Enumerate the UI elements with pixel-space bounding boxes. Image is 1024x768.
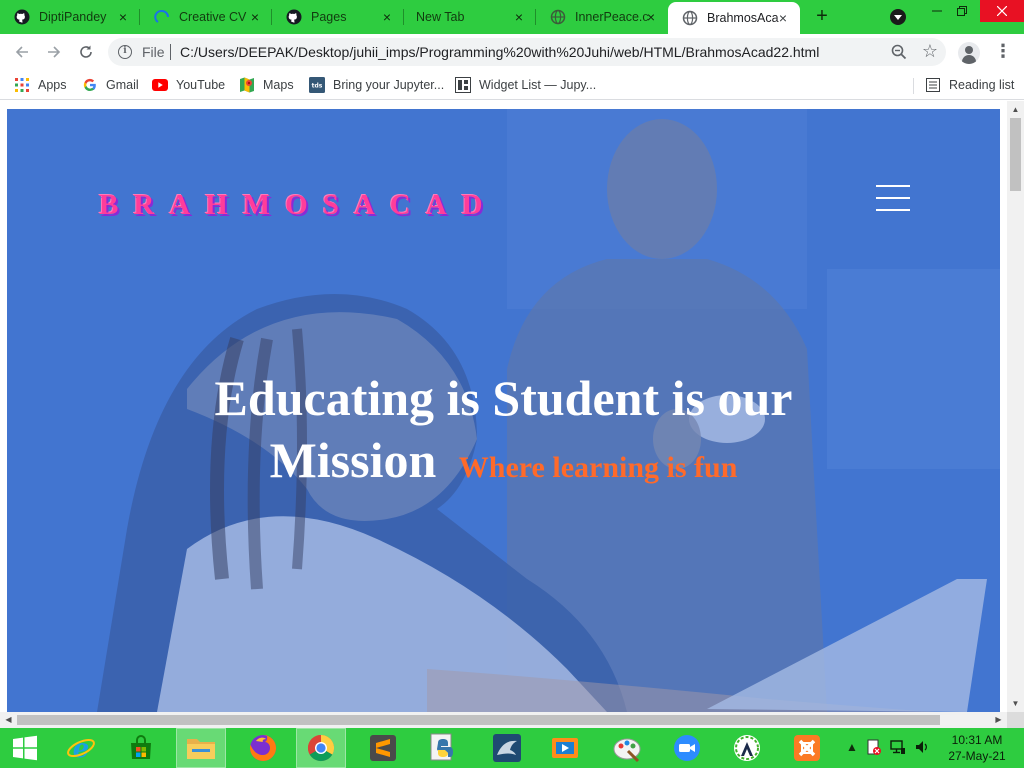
bookmark-label: Bring your Jupyter... xyxy=(333,78,445,92)
horizontal-scrollbar[interactable]: ◀ ▶ xyxy=(0,712,1007,728)
hero-headline: Educating is Student is our Mission Wher… xyxy=(7,367,1000,499)
reading-list-label: Reading list xyxy=(949,78,1015,92)
apps-grid-icon xyxy=(14,77,30,93)
new-tab-button[interactable]: + xyxy=(811,6,833,28)
bookmark-label: Apps xyxy=(38,78,67,92)
sublime-text-icon[interactable] xyxy=(358,728,408,768)
file-explorer-icon[interactable] xyxy=(176,728,226,768)
python-icon[interactable] xyxy=(418,728,468,768)
bookmark-label: Gmail xyxy=(106,78,139,92)
site-logo[interactable]: BRAHMOSACAD xyxy=(99,189,498,222)
tab-pages[interactable]: Pages × xyxy=(272,0,404,34)
hero-tagline: Where learning is fun xyxy=(458,451,738,484)
close-icon[interactable]: × xyxy=(776,11,790,25)
zoom-meetings-icon[interactable] xyxy=(662,728,712,768)
headline-line-1: Educating is Student is our xyxy=(214,370,793,426)
bookmark-label: YouTube xyxy=(176,78,226,92)
clock-date: 27-May-21 xyxy=(948,749,1006,763)
scroll-up-arrow-icon[interactable]: ▲ xyxy=(1007,101,1024,118)
tab-diptipandey[interactable]: DiptiPandey × xyxy=(0,0,140,34)
hamburger-menu-icon[interactable] xyxy=(876,185,910,213)
url-scheme-label: File xyxy=(142,44,165,60)
chrome-icon[interactable] xyxy=(296,728,346,768)
maps-icon xyxy=(239,77,255,93)
close-icon[interactable]: × xyxy=(116,10,130,24)
browser-menu-icon[interactable]: ⋮ xyxy=(994,42,1012,62)
reading-list-icon xyxy=(925,77,941,93)
tab-brahmosacad[interactable]: BrahmosAca × xyxy=(668,2,800,34)
show-hidden-icons-icon[interactable]: ▲ xyxy=(846,740,858,754)
system-clock[interactable]: 10:31 AM 27-May-21 xyxy=(940,732,1014,764)
xampp-icon[interactable] xyxy=(782,728,832,768)
bookmark-apps[interactable]: Apps xyxy=(14,76,67,94)
volume-icon[interactable] xyxy=(914,738,930,759)
bookmark-gmail[interactable]: Gmail xyxy=(82,76,139,94)
tab-title: DiptiPandey xyxy=(39,10,107,24)
globe-icon xyxy=(550,9,566,25)
close-icon[interactable]: × xyxy=(512,10,526,24)
forward-icon[interactable] xyxy=(42,40,66,64)
google-icon xyxy=(82,77,98,93)
close-window-button[interactable] xyxy=(980,0,1024,22)
tab-creative-cv[interactable]: Creative CV × xyxy=(140,0,272,34)
url-text[interactable]: C:/Users/DEEPAK/Desktop/juhii_imps/Progr… xyxy=(180,44,819,60)
browser-tab-strip: DiptiPandey × Creative CV × Pages × New … xyxy=(0,0,1024,34)
tab-innerpeace[interactable]: InnerPeace.c × xyxy=(536,0,668,34)
hero-banner: BRAHMOSACAD Educating is Student is our … xyxy=(7,109,1000,712)
zoom-icon[interactable] xyxy=(890,43,908,61)
youtube-icon xyxy=(152,77,168,93)
close-icon[interactable]: × xyxy=(248,10,262,24)
horizontal-scroll-thumb[interactable] xyxy=(17,715,940,725)
svg-text:tds: tds xyxy=(312,83,323,90)
profile-avatar-icon[interactable] xyxy=(958,42,980,64)
vertical-scrollbar[interactable]: ▲ ▼ xyxy=(1007,101,1024,712)
reload-icon[interactable] xyxy=(74,40,98,64)
paint-icon[interactable] xyxy=(602,728,652,768)
scroll-right-arrow-icon[interactable]: ▶ xyxy=(990,712,1007,728)
github-icon xyxy=(286,9,302,25)
clock-time: 10:31 AM xyxy=(951,733,1003,747)
mysql-workbench-icon[interactable] xyxy=(482,728,532,768)
svg-text:e: e xyxy=(73,734,90,763)
globe-icon xyxy=(682,10,698,26)
address-bar[interactable]: i File C:/Users/DEEPAK/Desktop/juhii_imp… xyxy=(108,38,946,66)
store-icon[interactable] xyxy=(116,728,166,768)
back-icon[interactable] xyxy=(10,40,34,64)
tab-title: New Tab xyxy=(416,10,465,24)
scroll-down-arrow-icon[interactable]: ▼ xyxy=(1007,695,1024,712)
close-icon[interactable]: × xyxy=(644,10,658,24)
bookmark-jupyter[interactable]: tds Bring your Jupyter... xyxy=(309,76,444,94)
bookmark-youtube[interactable]: YouTube xyxy=(152,76,225,94)
bookmark-label: Maps xyxy=(263,78,294,92)
media-player-icon[interactable] xyxy=(540,728,590,768)
tab-new-tab[interactable]: New Tab × xyxy=(404,0,536,34)
windows-taskbar: e ▲ 10:31 AM 27-May-21 xyxy=(0,728,1024,768)
site-info-icon[interactable]: i xyxy=(118,45,132,59)
bookmark-star-icon[interactable]: ☆ xyxy=(922,41,938,61)
page-viewport: BRAHMOSACAD Educating is Student is our … xyxy=(0,101,1024,728)
tds-icon: tds xyxy=(309,77,325,93)
start-icon[interactable] xyxy=(0,728,50,768)
anaconda-icon[interactable] xyxy=(722,728,772,768)
headline-line-2: Mission xyxy=(269,432,437,488)
restore-button[interactable] xyxy=(947,0,977,22)
firefox-icon[interactable] xyxy=(238,728,288,768)
loading-spinner-icon xyxy=(154,9,170,25)
bookmarks-bar: Apps Gmail YouTube Maps tds Bring your J… xyxy=(0,70,1024,100)
github-icon xyxy=(14,9,30,25)
bookmark-widget-list[interactable]: Widget List — Jupy... xyxy=(455,76,596,94)
internet-explorer-icon[interactable]: e xyxy=(56,728,106,768)
security-alert-icon[interactable] xyxy=(866,738,882,759)
close-icon[interactable]: × xyxy=(380,10,394,24)
tab-search-icon[interactable] xyxy=(890,9,906,25)
browser-toolbar: i File C:/Users/DEEPAK/Desktop/juhii_imp… xyxy=(0,34,1024,70)
bookmark-maps[interactable]: Maps xyxy=(239,76,294,94)
network-icon[interactable] xyxy=(890,738,906,759)
bookmark-label: Widget List — Jupy... xyxy=(479,78,597,92)
vertical-scroll-thumb[interactable] xyxy=(1010,118,1021,191)
widget-icon xyxy=(455,77,471,93)
scroll-left-arrow-icon[interactable]: ◀ xyxy=(0,712,17,728)
reading-list-button[interactable]: Reading list xyxy=(925,76,1014,94)
